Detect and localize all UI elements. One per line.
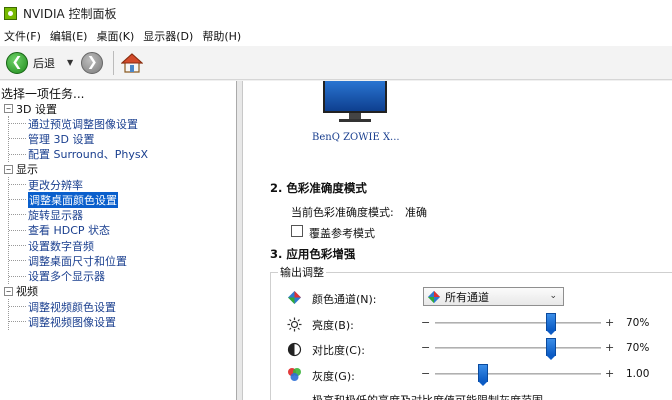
chevron-down-icon[interactable]: ⌄ <box>549 291 557 301</box>
tree-children-3d: 通过预览调整图像设置 管理 3D 设置 配置 Surround、PhysX <box>8 116 236 162</box>
tree-category-label[interactable]: 视频 <box>16 283 38 299</box>
task-link[interactable]: 调整桌面尺寸和位置 <box>9 253 236 268</box>
back-arrow-icon[interactable]: ❮ <box>6 51 28 74</box>
contrast-plus: + <box>605 341 615 354</box>
window-title: NVIDIA 控制面板 <box>23 6 117 21</box>
tree-children-video: 调整视频颜色设置 调整视频图像设置 <box>8 298 236 330</box>
contrast-minus: − <box>421 341 431 354</box>
task-pane: 选择一项任务... − 3D 设置 通过预览调整图像设置 管理 3D 设置 配置… <box>0 81 237 400</box>
monitor-icon[interactable] <box>323 81 387 125</box>
monitor-name[interactable]: BenQ ZOWIE X... <box>312 132 400 143</box>
contrast-value: 70% <box>626 342 650 354</box>
brightness-slider-track[interactable] <box>435 322 601 324</box>
task-link[interactable]: 通过预览调整图像设置 <box>9 116 236 131</box>
gamma-label: 灰度(G): <box>312 370 355 383</box>
toolbar: ❮ 后退 ▼ ❯ <box>0 46 672 80</box>
tree-children-display: 更改分辨率 调整桌面颜色设置 旋转显示器 查看 HDCP 状态 设置数字音频 调… <box>8 176 236 284</box>
contrast-slider-thumb[interactable] <box>546 338 557 360</box>
gamma-plus: + <box>605 367 615 380</box>
collapse-toggle-icon[interactable]: − <box>4 286 13 296</box>
tree-category-video[interactable]: − 视频 <box>0 284 236 299</box>
task-link[interactable]: 设置数字音频 <box>9 238 236 253</box>
brightness-plus: + <box>605 316 615 329</box>
contrast-slider-track[interactable] <box>435 347 601 349</box>
history-dropdown-icon[interactable]: ▼ <box>67 58 73 67</box>
gamma-value: 1.00 <box>626 368 650 380</box>
tree-category-label[interactable]: 显示 <box>16 161 38 177</box>
nvidia-logo-icon <box>4 6 17 20</box>
contrast-icon <box>287 342 302 357</box>
brightness-slider-thumb[interactable] <box>546 313 557 335</box>
task-link[interactable]: 更改分辨率 <box>9 177 236 192</box>
tree-category-3d[interactable]: − 3D 设置 <box>0 101 236 116</box>
contrast-label: 对比度(C): <box>312 344 365 357</box>
task-link[interactable]: 查看 HDCP 状态 <box>9 223 236 238</box>
content-pane: BenQ ZOWIE X... 2. 色彩准确度模式 当前色彩准确度模式: 准确… <box>243 81 672 400</box>
task-link[interactable]: 管理 3D 设置 <box>9 131 236 146</box>
task-pane-header: 选择一项任务... <box>1 87 85 101</box>
home-icon[interactable] <box>120 51 144 75</box>
section-color-accuracy-title: 2. 色彩准确度模式 <box>270 181 367 195</box>
title-bar: NVIDIA 控制面板 <box>0 0 672 26</box>
collapse-toggle-icon[interactable]: − <box>4 164 13 174</box>
override-reference-checkbox[interactable] <box>291 225 303 237</box>
brightness-label: 亮度(B): <box>312 319 354 332</box>
menu-display[interactable]: 显示器(D) <box>139 28 198 44</box>
all-channels-icon <box>427 290 441 303</box>
task-link[interactable]: 调整视频颜色设置 <box>9 299 236 314</box>
color-channel-icon <box>288 291 301 304</box>
back-button-label[interactable]: 后退 <box>33 55 55 71</box>
section-color-enhance-title: 3. 应用色彩增强 <box>270 247 356 261</box>
current-mode-value: 准确 <box>405 206 427 219</box>
task-link[interactable]: 旋转显示器 <box>9 207 236 222</box>
output-adjust-group-title: 输出调整 <box>278 264 326 280</box>
forward-arrow-icon[interactable]: ❯ <box>81 51 104 74</box>
gamma-color-icon <box>288 368 301 381</box>
range-warning-text: 极高和极低的亮度及对比度值可能限制灰度范围。 <box>312 392 554 400</box>
menu-help[interactable]: 帮助(H) <box>198 28 246 44</box>
tree-category-label[interactable]: 3D 设置 <box>16 101 57 117</box>
task-tree: − 3D 设置 通过预览调整图像设置 管理 3D 设置 配置 Surround、… <box>0 101 236 330</box>
gamma-slider-track[interactable] <box>435 373 601 375</box>
current-mode-label: 当前色彩准确度模式: <box>291 206 394 219</box>
gamma-slider-thumb[interactable] <box>478 364 489 386</box>
task-link[interactable]: 调整视频图像设置 <box>9 314 236 329</box>
tree-category-display[interactable]: − 显示 <box>0 162 236 177</box>
brightness-sun-icon <box>287 317 302 332</box>
brightness-minus: − <box>421 316 431 329</box>
collapse-toggle-icon[interactable]: − <box>4 104 13 113</box>
color-channel-value: 所有通道 <box>445 290 489 304</box>
menu-desktop[interactable]: 桌面(K) <box>92 28 139 44</box>
task-link[interactable]: 设置多个显示器 <box>9 269 236 284</box>
task-link[interactable]: 配置 Surround、PhysX <box>9 147 236 162</box>
override-reference-label[interactable]: 覆盖参考模式 <box>309 225 375 241</box>
toolbar-separator <box>113 50 115 75</box>
gamma-minus: − <box>421 367 431 380</box>
task-link-selected[interactable]: 调整桌面颜色设置 <box>9 191 236 208</box>
brightness-value: 70% <box>626 317 650 329</box>
color-channel-select[interactable]: 所有通道 ⌄ <box>423 287 564 306</box>
menu-edit[interactable]: 编辑(E) <box>46 28 93 44</box>
menu-bar: 文件(F) 编辑(E) 桌面(K) 显示器(D) 帮助(H) <box>0 26 672 46</box>
color-channel-label: 颜色通道(N): <box>312 293 377 306</box>
menu-file[interactable]: 文件(F) <box>0 28 46 44</box>
